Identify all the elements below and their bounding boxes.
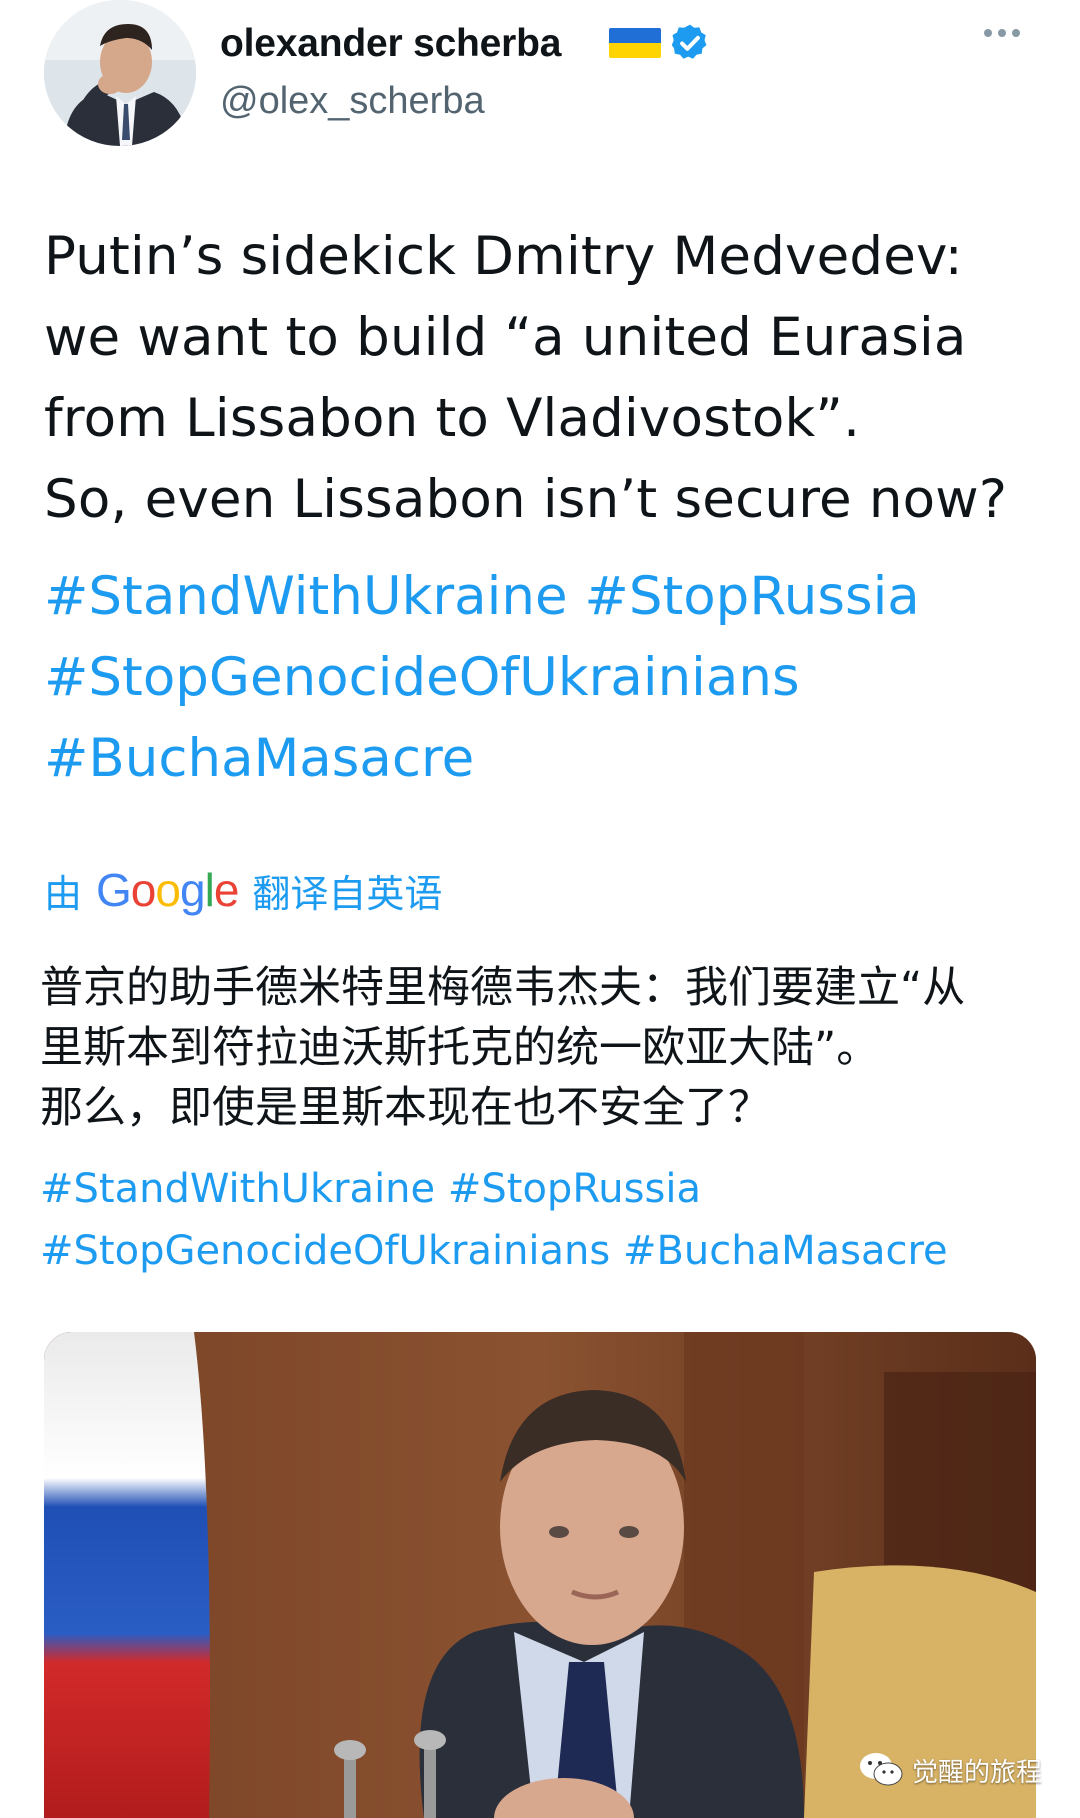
hashtag-link[interactable]: #StandWithUkraine bbox=[40, 1166, 435, 1212]
more-options-icon[interactable] bbox=[984, 24, 1044, 54]
translation-prefix: 由 bbox=[44, 871, 83, 916]
translation-attribution[interactable]: 由 Google 翻译自英语 bbox=[44, 860, 442, 920]
watermark: 觉醒的旅程 bbox=[858, 1748, 1042, 1792]
tweet-text-line: So, even Lissabon isn’t secure now? bbox=[44, 469, 1008, 530]
hashtag-link[interactable]: #BuchaMasacre bbox=[623, 1228, 948, 1274]
tweet-text-line: Putin’s sidekick Dmitry Medvedev: bbox=[44, 226, 963, 287]
translated-text-line: 那么，即使是里斯本现在也不安全了？ bbox=[40, 1083, 771, 1133]
avatar-image bbox=[44, 0, 196, 146]
tweet-header: olexander scherba @olex_scherba bbox=[44, 0, 1044, 150]
tweet-text: Putin’s sidekick Dmitry Medvedev: we wan… bbox=[44, 216, 1044, 540]
hashtag-link[interactable]: #StopRussia bbox=[448, 1166, 701, 1212]
hashtag-link[interactable]: #StopRussia bbox=[584, 566, 919, 627]
translated-text: 普京的助手德米特里梅德韦杰夫：我们要建立“从 里斯本到符拉迪沃斯托克的统一欧亚大… bbox=[40, 958, 1050, 1138]
watermark-text: 觉醒的旅程 bbox=[912, 1757, 1043, 1788]
hashtag-link[interactable]: #BuchaMasacre bbox=[44, 728, 474, 789]
tweet-text-line: we want to build “a united Eurasia bbox=[44, 307, 967, 368]
tweet-text-line: from Lissabon to Vladivostok”. bbox=[44, 388, 861, 449]
hashtag-link[interactable]: #StopGenocideOfUkrainians bbox=[40, 1228, 610, 1274]
tweet-media-image[interactable] bbox=[44, 1332, 1036, 1818]
translated-text-line: 普京的助手德米特里梅德韦杰夫：我们要建立“从 bbox=[40, 963, 966, 1013]
tweet-hashtags: #StandWithUkraine #StopRussia #StopGenoc… bbox=[44, 556, 1044, 799]
hashtag-link[interactable]: #StandWithUkraine bbox=[44, 566, 568, 627]
wechat-icon bbox=[860, 1753, 903, 1786]
translated-hashtags: #StandWithUkraine #StopRussia #StopGenoc… bbox=[40, 1158, 1050, 1282]
display-name[interactable]: olexander scherba bbox=[220, 22, 561, 66]
ukraine-flag-icon bbox=[609, 28, 661, 58]
google-logo: Google bbox=[96, 864, 239, 916]
hashtag-link[interactable]: #StopGenocideOfUkrainians bbox=[44, 647, 800, 708]
translated-text-line: 里斯本到符拉迪沃斯托克的统一欧亚大陆”。 bbox=[40, 1023, 880, 1073]
verified-badge-icon bbox=[671, 24, 707, 59]
handle[interactable]: @olex_scherba bbox=[220, 80, 485, 123]
avatar[interactable] bbox=[44, 0, 196, 146]
translation-suffix: 翻译自英语 bbox=[252, 871, 443, 916]
media-photo bbox=[44, 1332, 1036, 1818]
